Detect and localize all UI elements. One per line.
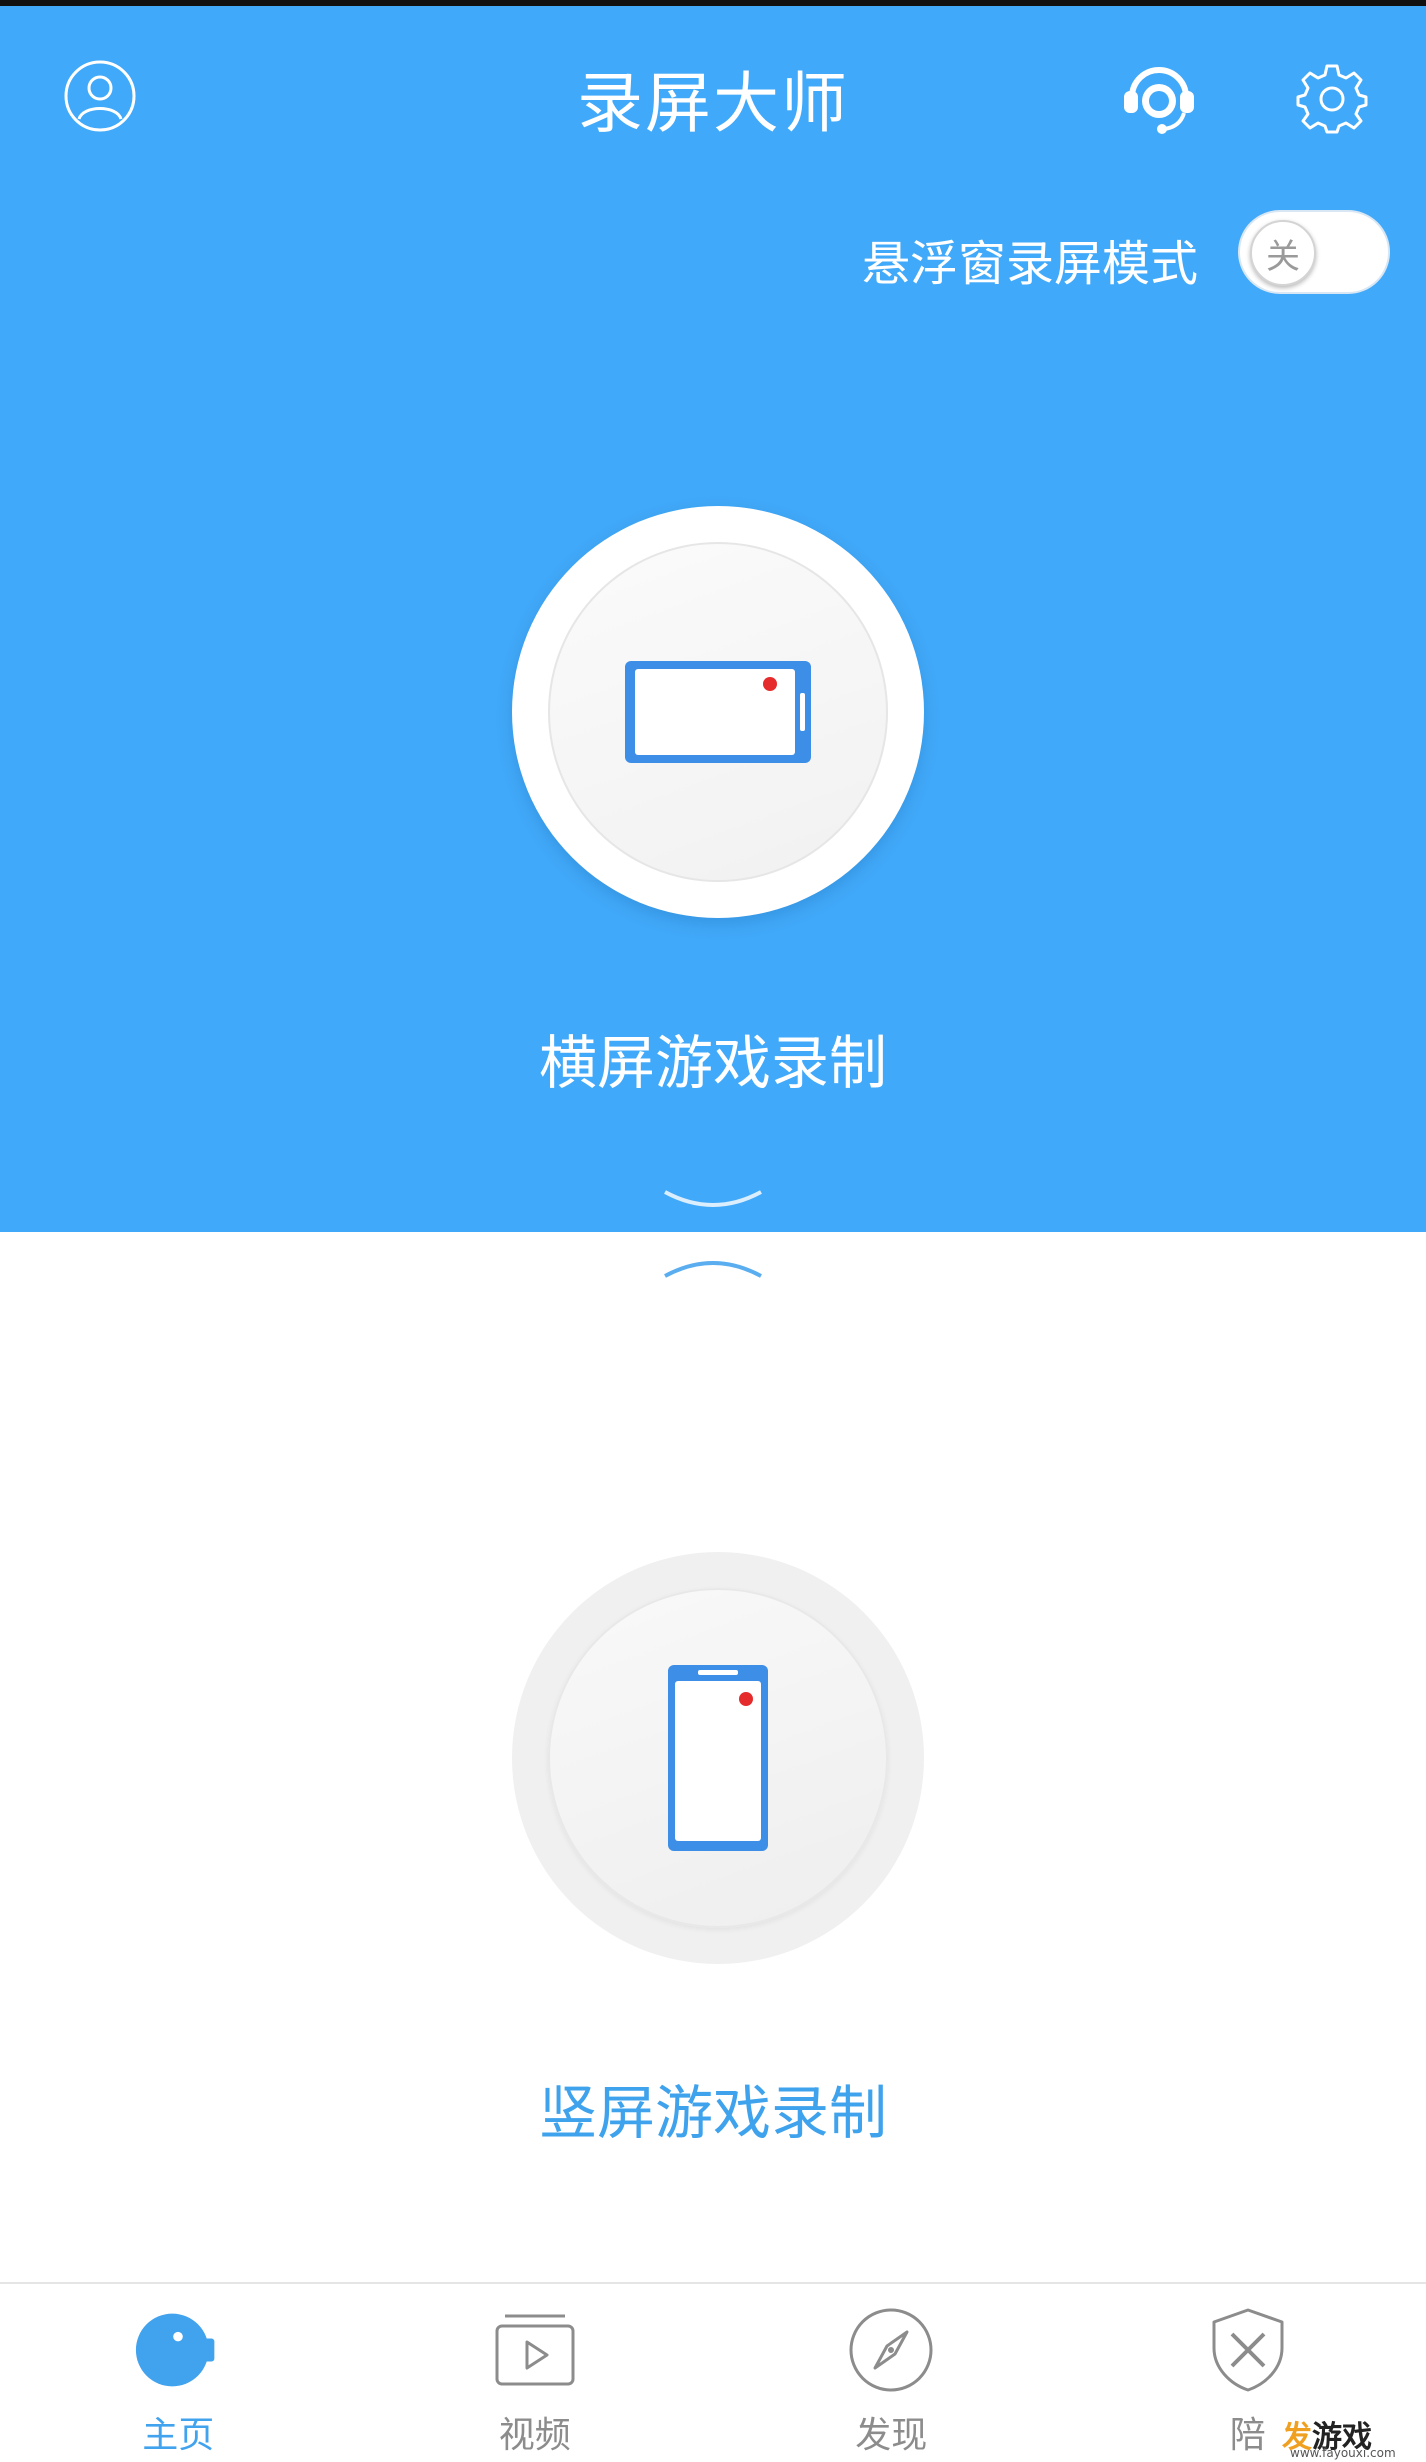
portrait-record-inner xyxy=(548,1588,888,1928)
tab-video-label: 视频 xyxy=(498,2415,571,2456)
landscape-phone-icon xyxy=(625,661,811,763)
tab-home[interactable]: 主页 xyxy=(0,2284,357,2462)
toggle-state-text: 关 xyxy=(1266,236,1300,277)
chevron-up-icon[interactable] xyxy=(663,1252,763,1282)
portrait-record-label[interactable]: 竖屏游戏录制 xyxy=(0,2066,1426,2150)
toggle-knob: 关 xyxy=(1250,220,1316,286)
settings-button[interactable] xyxy=(1292,58,1372,138)
landscape-record-button[interactable] xyxy=(512,506,924,918)
landscape-record-label[interactable]: 横屏游戏录制 xyxy=(0,1016,1426,1100)
chevron-down-icon[interactable] xyxy=(663,1184,763,1214)
tab-home-label: 主页 xyxy=(142,2415,215,2456)
tab-discover[interactable]: 发现 xyxy=(713,2284,1070,2462)
headset-icon xyxy=(1124,67,1194,134)
page-title: 录屏大师 xyxy=(577,65,849,142)
tab-companion-label: 陪 xyxy=(1229,2415,1266,2456)
bottom-tab-bar: 主页 视频 发现 陪 xyxy=(0,2282,1426,2462)
customer-service-button[interactable] xyxy=(1116,58,1202,138)
tab-companion[interactable]: 陪 xyxy=(1070,2284,1426,2462)
tab-discover-label: 发现 xyxy=(855,2415,928,2456)
video-play-icon xyxy=(491,2306,579,2394)
screen-record-app: 录屏大师 悬浮窗录屏模式 关 横屏游戏录制 竖屏游戏录制 主页 视频 发现 陪 … xyxy=(0,0,1426,2462)
portrait-phone-icon xyxy=(668,1665,768,1851)
portrait-record-button[interactable] xyxy=(512,1552,924,1964)
landscape-panel: 录屏大师 悬浮窗录屏模式 关 横屏游戏录制 xyxy=(0,6,1426,1232)
tab-video[interactable]: 视频 xyxy=(357,2284,714,2462)
compass-icon xyxy=(847,2306,935,2394)
camera-icon xyxy=(134,2306,222,2394)
shield-swords-icon xyxy=(1204,2306,1292,2394)
landscape-record-inner xyxy=(548,542,888,882)
watermark-url: www.fayouxi.com xyxy=(1290,2446,1396,2460)
float-window-toggle[interactable]: 关 xyxy=(1238,210,1390,294)
float-window-mode-label: 悬浮窗录屏模式 xyxy=(861,236,1198,292)
gear-icon xyxy=(1296,64,1368,134)
